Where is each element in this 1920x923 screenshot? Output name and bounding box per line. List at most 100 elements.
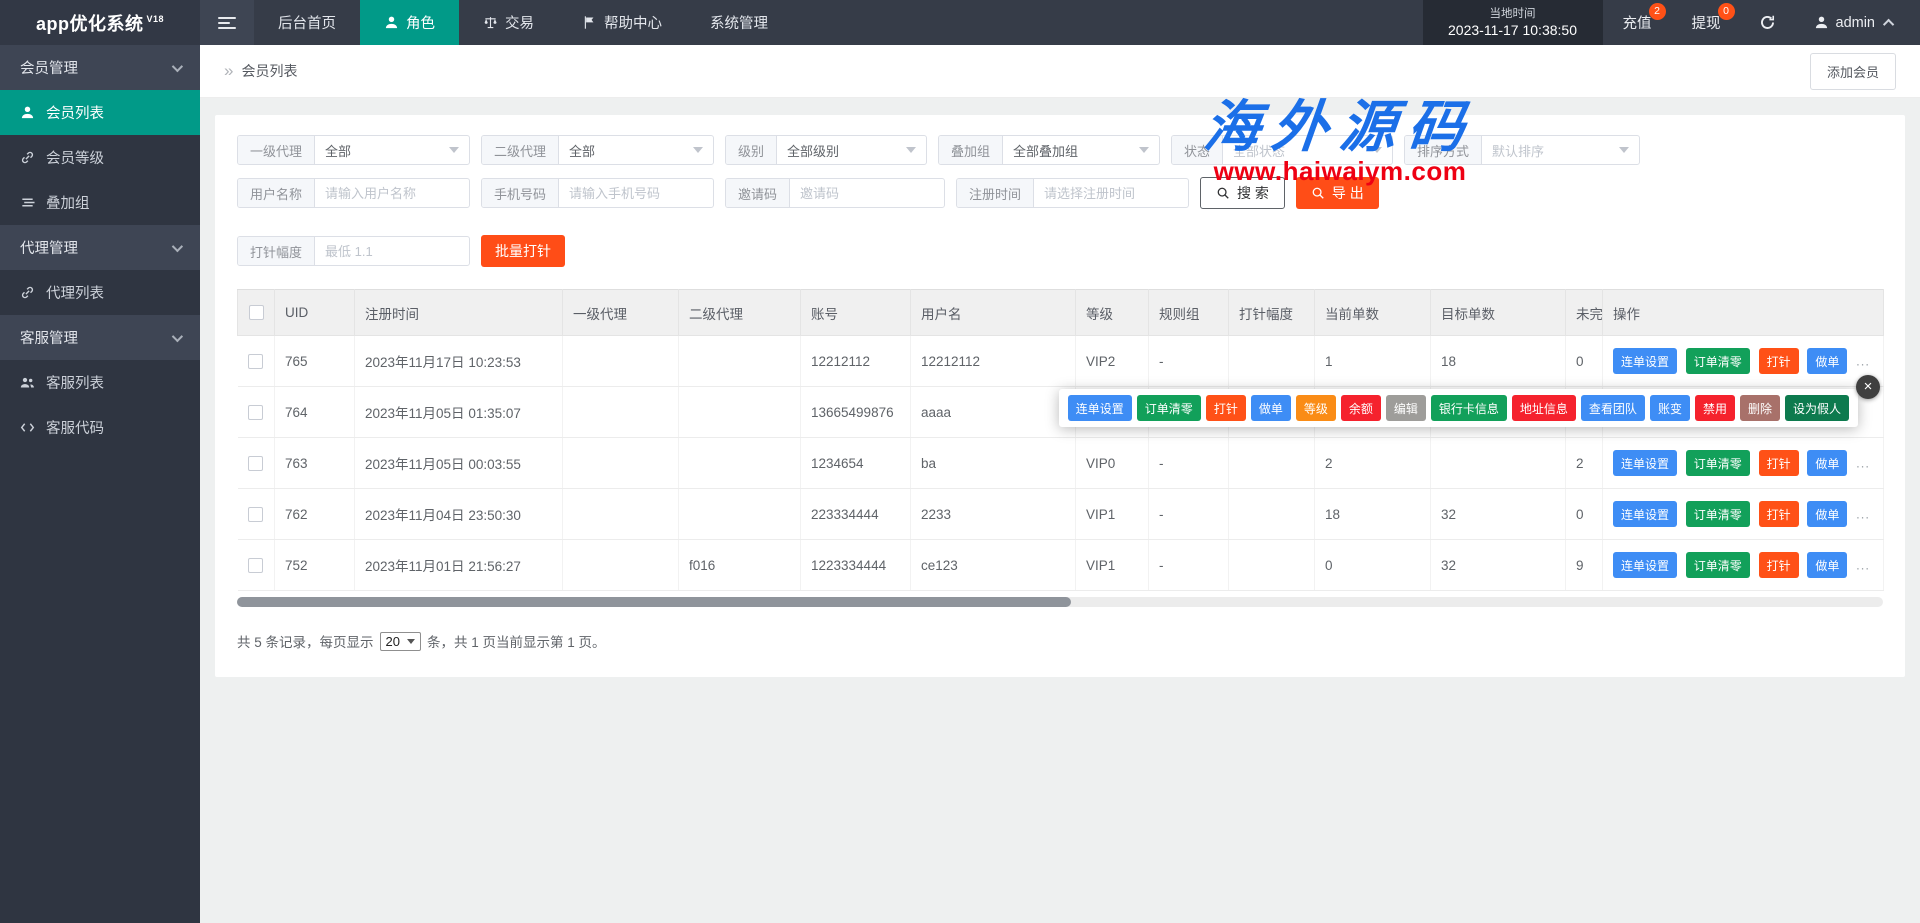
disable-button[interactable]: 禁用 (1695, 395, 1735, 421)
chain-order-button[interactable]: 连单设置 (1613, 552, 1677, 578)
nav-item-dashboard[interactable]: 后台首页 (254, 0, 360, 45)
horizontal-scrollbar[interactable] (237, 597, 1883, 607)
balance-button[interactable]: 余额 (1341, 395, 1381, 421)
filter-agent2-select[interactable]: 二级代理 全部 (481, 135, 714, 165)
needle-button[interactable]: 打针 (1759, 450, 1799, 476)
row-action-popup: 连单设置 订单清零 打针 做单 等级 余额 编辑 银行卡信息 地址信息 查看团队… (1059, 389, 1858, 427)
needle-amplitude-input[interactable] (315, 237, 469, 265)
chain-order-button[interactable]: 连单设置 (1613, 450, 1677, 476)
make-order-button[interactable]: 做单 (1251, 395, 1291, 421)
level-button[interactable]: 等级 (1296, 395, 1336, 421)
stack-icon (20, 195, 35, 210)
view-team-button[interactable]: 查看团队 (1581, 395, 1645, 421)
order-reset-button[interactable]: 订单清零 (1137, 395, 1201, 421)
more-actions-button[interactable]: ... (1856, 354, 1870, 369)
local-time-value: 2023-11-17 10:38:50 (1441, 22, 1585, 39)
edit-button[interactable]: 编辑 (1386, 395, 1426, 421)
row-checkbox[interactable] (248, 507, 263, 522)
needle-button[interactable]: 打针 (1759, 501, 1799, 527)
order-reset-button[interactable]: 订单清零 (1686, 348, 1750, 374)
user-menu[interactable]: admin (1794, 0, 1920, 45)
hamburger-icon (218, 27, 236, 29)
sidebar-item-member-list[interactable]: 会员列表 (0, 90, 200, 135)
needle-button[interactable]: 打针 (1206, 395, 1246, 421)
sidebar-item-agent-list[interactable]: 代理列表 (0, 270, 200, 315)
chevron-down-icon (172, 330, 183, 341)
top-navbar: app优化系统V18 后台首页 角色 交易 帮助中心 系统管理 当地时间 202… (0, 0, 1920, 45)
sidebar-group-service-mgmt[interactable]: 客服管理 (0, 315, 200, 360)
local-time: 当地时间 2023-11-17 10:38:50 (1423, 0, 1603, 45)
refresh-button[interactable] (1741, 0, 1794, 45)
nav-item-help[interactable]: 帮助中心 (558, 0, 686, 45)
caret-down-icon (449, 147, 459, 153)
chain-order-button[interactable]: 连单设置 (1613, 348, 1677, 374)
table-header-row: UID 注册时间 一级代理 二级代理 账号 用户名 等级 规则组 打针幅度 当前… (238, 290, 1884, 336)
filter-regtime-field: 注册时间 (956, 178, 1189, 208)
filter-agent1-select[interactable]: 一级代理 全部 (237, 135, 470, 165)
row-checkbox[interactable] (248, 456, 263, 471)
chain-order-button[interactable]: 连单设置 (1613, 501, 1677, 527)
nav-item-roles[interactable]: 角色 (360, 0, 459, 45)
hamburger-icon (218, 17, 236, 19)
needle-button[interactable]: 打针 (1759, 552, 1799, 578)
link-icon (20, 285, 35, 300)
nav-item-trade[interactable]: 交易 (459, 0, 558, 45)
batch-needle-button[interactable]: 批量打针 (481, 235, 565, 267)
make-order-button[interactable]: 做单 (1807, 348, 1847, 374)
more-actions-button[interactable]: ... (1856, 507, 1870, 522)
chain-order-button[interactable]: 连单设置 (1068, 395, 1132, 421)
export-button[interactable]: 导 出 (1296, 177, 1379, 209)
order-reset-button[interactable]: 订单清零 (1686, 552, 1750, 578)
main-content: 一级代理 全部 二级代理 全部 级别 全部级别 叠加组 全部叠加组 状态 全部状… (200, 98, 1920, 923)
account-change-button[interactable]: 账变 (1650, 395, 1690, 421)
search-button[interactable]: 搜 索 (1200, 177, 1285, 209)
filter-stackgroup-select[interactable]: 叠加组 全部叠加组 (938, 135, 1160, 165)
needle-button[interactable]: 打针 (1759, 348, 1799, 374)
filter-level-select[interactable]: 级别 全部级别 (725, 135, 927, 165)
col-unfinished: 未完成单数 (1566, 290, 1603, 336)
username-input[interactable] (315, 179, 469, 207)
set-fake-button[interactable]: 设为假人 (1785, 395, 1849, 421)
phone-input[interactable] (559, 179, 713, 207)
order-reset-button[interactable]: 订单清零 (1686, 450, 1750, 476)
make-order-button[interactable]: 做单 (1807, 501, 1847, 527)
row-checkbox[interactable] (248, 354, 263, 369)
scrollbar-thumb[interactable] (237, 597, 1071, 607)
close-icon[interactable]: × (1856, 375, 1880, 399)
add-member-button[interactable]: 添加会员 (1810, 53, 1896, 90)
pagination-suffix: 条，共 1 页当前显示第 1 页。 (427, 631, 606, 651)
filter-sort-select[interactable]: 排序方式 默认排序 (1404, 135, 1640, 165)
recharge-button[interactable]: 充值 2 (1603, 0, 1672, 45)
sidebar-group-agent-mgmt[interactable]: 代理管理 (0, 225, 200, 270)
chevron-down-icon (172, 60, 183, 71)
make-order-button[interactable]: 做单 (1807, 450, 1847, 476)
reg-time-input[interactable] (1034, 179, 1188, 207)
col-actions: 操作 (1603, 290, 1884, 336)
filter-status-select[interactable]: 状态 全部状态 (1171, 135, 1393, 165)
sidebar-item-service-list[interactable]: 客服列表 (0, 360, 200, 405)
withdraw-button[interactable]: 提现 0 (1672, 0, 1741, 45)
filter-phone-field: 手机号码 (481, 178, 714, 208)
more-actions-button[interactable]: ... (1856, 558, 1870, 573)
make-order-button[interactable]: 做单 (1807, 552, 1847, 578)
sidebar-group-member-mgmt[interactable]: 会员管理 (0, 45, 200, 90)
sidebar-item-stack-group[interactable]: 叠加组 (0, 180, 200, 225)
table-row: 763 2023年11月05日 00:03:55 1234654 ba VIP0… (238, 438, 1884, 489)
delete-button[interactable]: 删除 (1740, 395, 1780, 421)
per-page-select[interactable]: 20 (380, 632, 421, 651)
sidebar-item-member-level[interactable]: 会员等级 (0, 135, 200, 180)
invite-code-input[interactable] (790, 179, 944, 207)
caret-down-icon (906, 147, 916, 153)
bank-card-button[interactable]: 银行卡信息 (1431, 395, 1507, 421)
row-checkbox[interactable] (248, 405, 263, 420)
row-checkbox[interactable] (248, 558, 263, 573)
nav-item-system[interactable]: 系统管理 (686, 0, 792, 45)
more-actions-button[interactable]: ... (1856, 456, 1870, 471)
sidebar-item-service-code[interactable]: 客服代码 (0, 405, 200, 450)
select-all-checkbox[interactable] (249, 305, 264, 320)
address-info-button[interactable]: 地址信息 (1512, 395, 1576, 421)
order-reset-button[interactable]: 订单清零 (1686, 501, 1750, 527)
sidebar-toggle-button[interactable] (200, 0, 254, 45)
col-level: 等级 (1076, 290, 1149, 336)
user-icon (20, 105, 35, 120)
